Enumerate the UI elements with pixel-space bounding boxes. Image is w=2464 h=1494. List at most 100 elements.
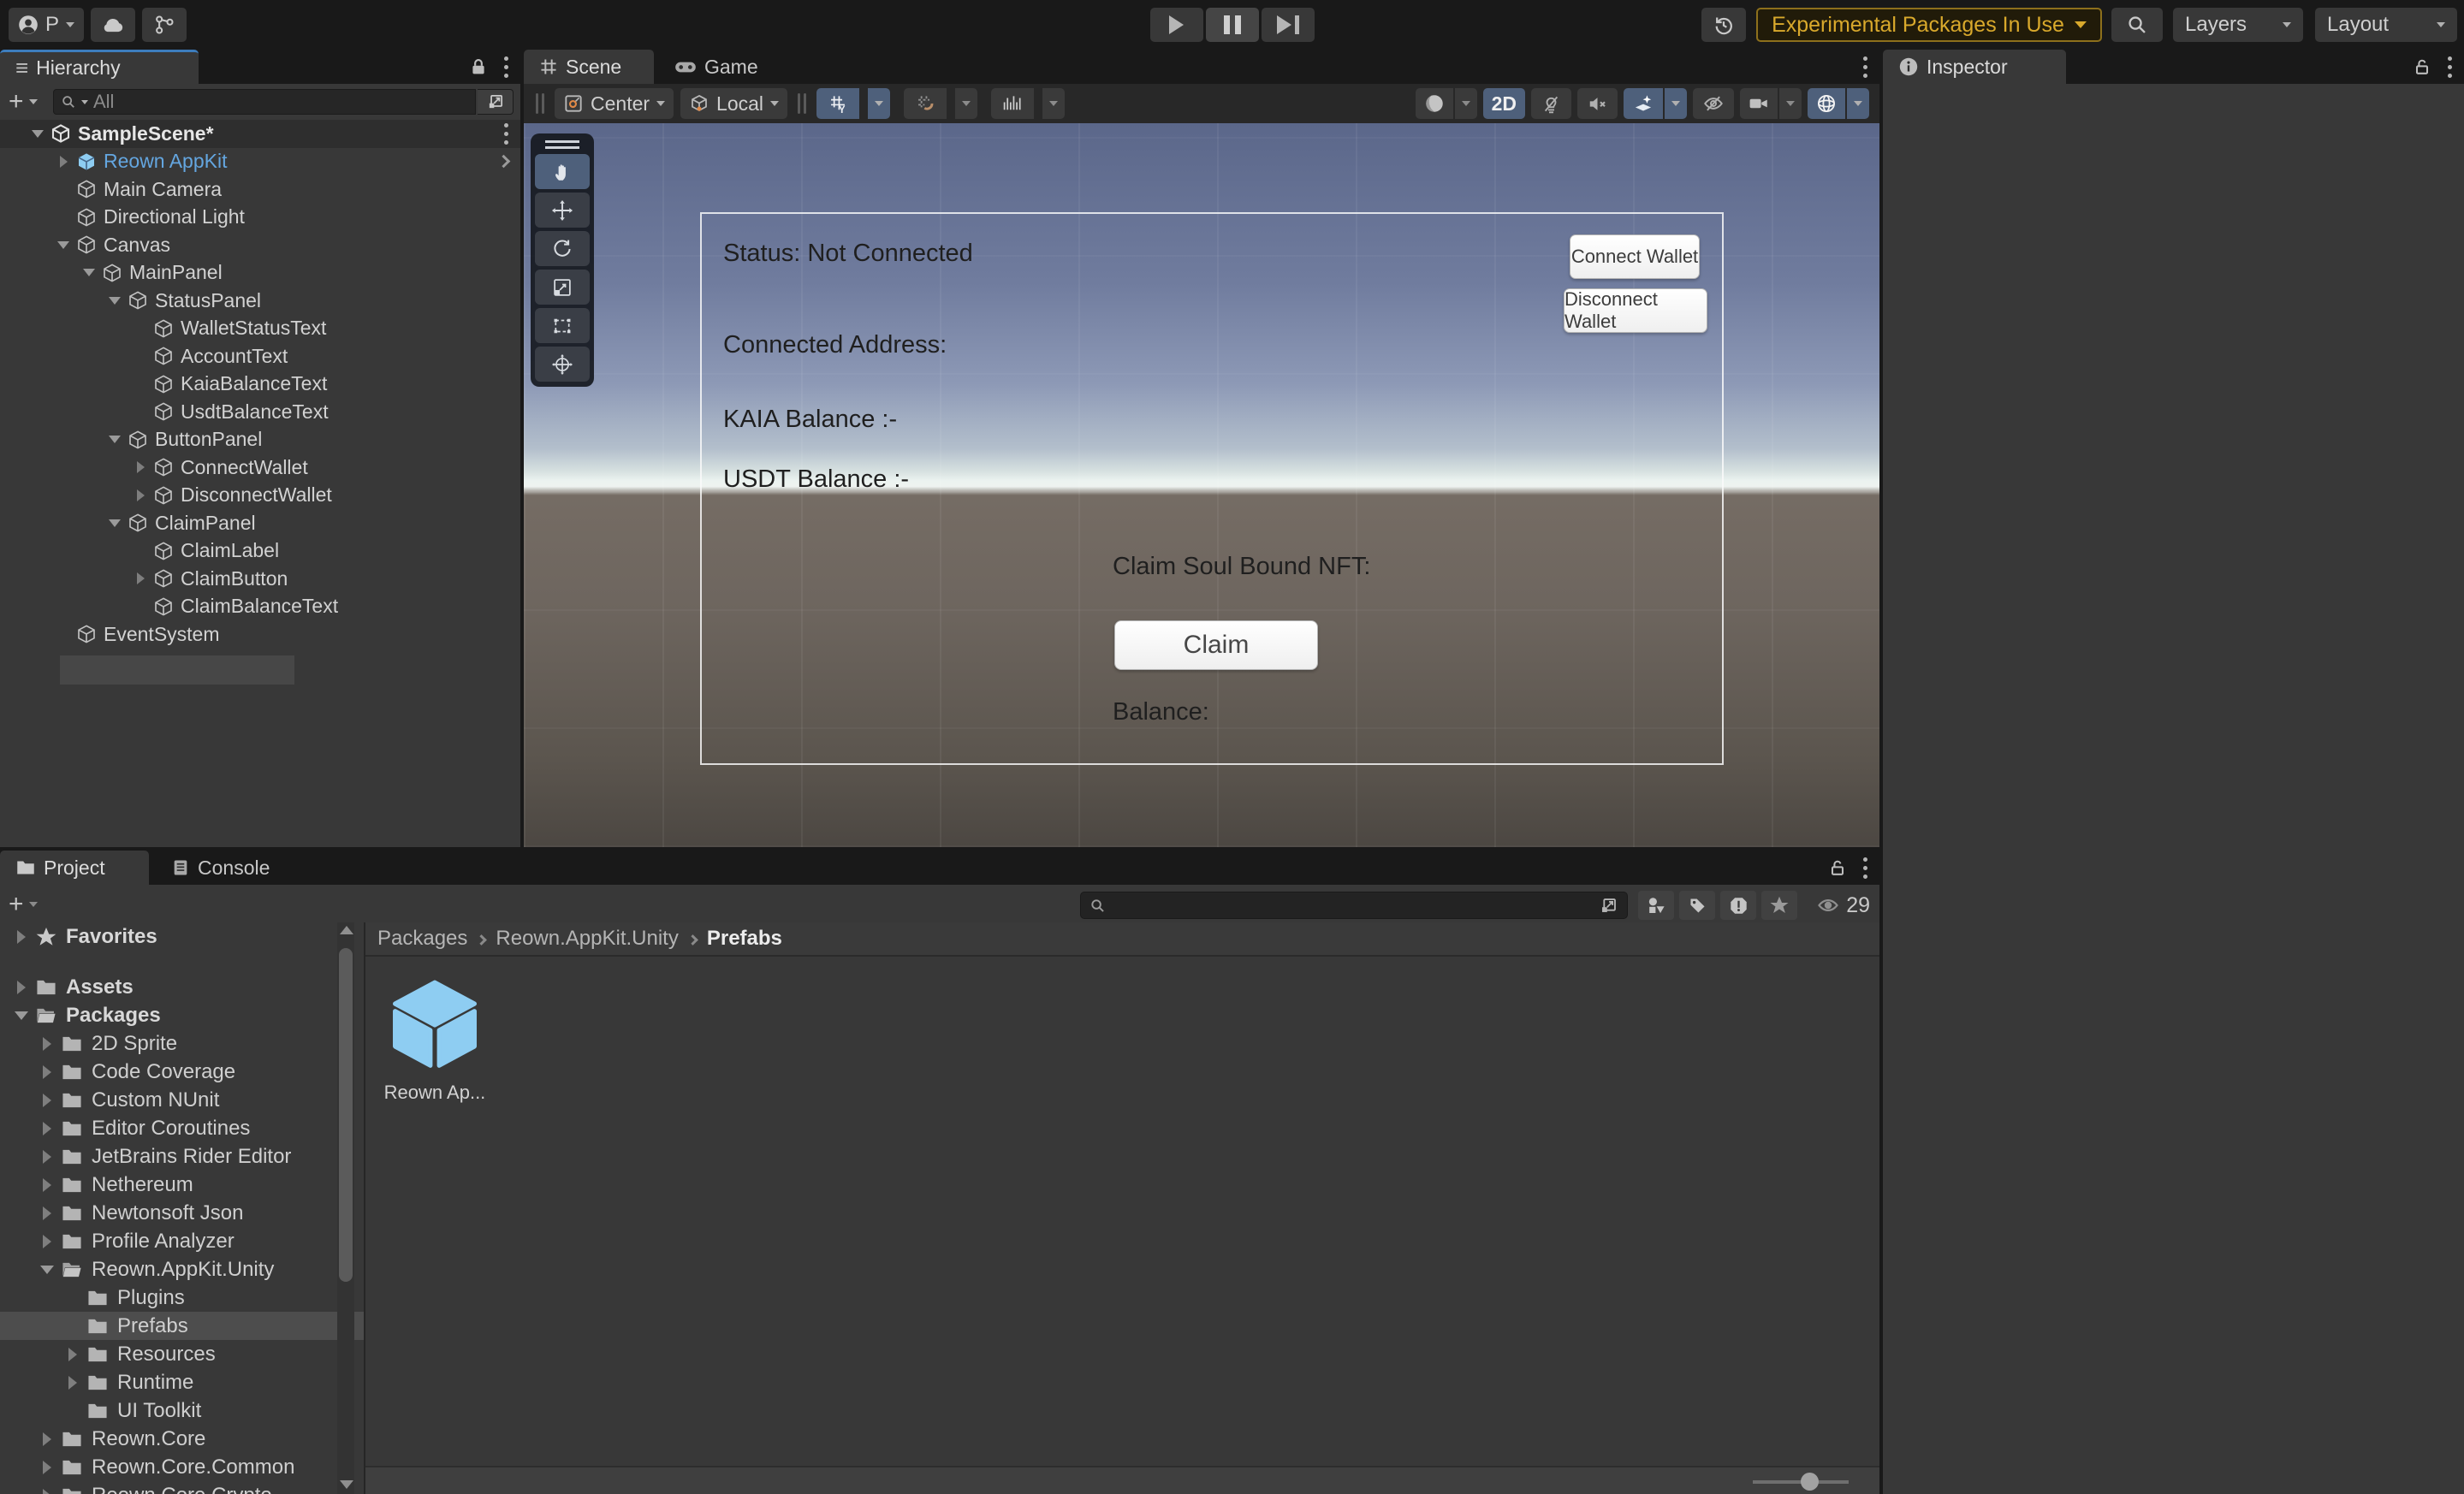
expand-arrow-icon[interactable] [60,1376,86,1390]
project-tree-item[interactable]: Prefabs [0,1312,364,1340]
claim-button[interactable]: Claim [1114,620,1318,670]
hierarchy-item[interactable]: StatusPanel [0,287,520,315]
hierarchy-item[interactable]: ButtonPanel [0,426,520,454]
expand-arrow-icon[interactable] [34,1150,60,1164]
create-asset-button[interactable]: + [9,892,24,917]
expand-arrow-icon[interactable] [34,1489,60,1494]
expand-arrow-icon[interactable] [128,489,152,501]
asset-grid[interactable]: Reown Ap... [365,958,1879,1466]
scroll-down-icon[interactable] [340,1480,353,1489]
tab-project[interactable]: Project [0,851,149,885]
expand-arrow-icon[interactable] [34,1037,60,1051]
expand-arrow-icon[interactable] [128,461,152,473]
tool-strip-handle[interactable] [545,140,579,149]
rename-field[interactable] [60,655,294,685]
chevron-down-icon[interactable] [29,99,38,104]
effects-caret[interactable] [1665,88,1687,119]
search-by-label-button[interactable] [1679,891,1715,920]
breadcrumb-prefabs[interactable]: Prefabs [707,927,782,951]
project-tree-item[interactable]: Favorites [0,922,364,951]
scroll-up-icon[interactable] [340,926,353,934]
collapse-arrow-icon[interactable] [103,519,127,527]
tab-scene[interactable]: Scene [524,50,654,84]
breadcrumb-reown-appkit-unity[interactable]: Reown.AppKit.Unity [496,927,678,951]
tab-inspector[interactable]: Inspector [1883,50,2066,84]
2d-toggle[interactable]: 2D [1483,88,1525,119]
hierarchy-item[interactable]: WalletStatusText [0,315,520,343]
unlock-icon[interactable] [2412,56,2432,77]
kebab-menu-icon[interactable] [2444,53,2455,81]
project-tree-item[interactable]: Code Coverage [0,1058,364,1086]
hierarchy-item[interactable]: Reown AppKit [0,148,520,176]
project-tree-item[interactable]: UI Toolkit [0,1396,364,1425]
breadcrumb-packages[interactable]: Packages [377,927,467,951]
project-tree-item[interactable]: Profile Analyzer [0,1227,364,1255]
expand-arrow-icon[interactable] [60,1348,86,1361]
snap-increment-caret[interactable] [1042,88,1065,119]
camera-settings-caret[interactable] [1779,88,1802,119]
expand-arrow-icon[interactable] [34,1432,60,1446]
collapse-arrow-icon[interactable] [26,130,50,138]
expand-arrow-icon[interactable] [34,1235,60,1248]
scene-gizmo-button[interactable] [1808,88,1845,119]
popout-window-icon[interactable] [1599,896,1618,916]
hierarchy-item[interactable]: ClaimButton [0,565,520,593]
project-search-input[interactable] [1080,892,1628,919]
pivot-mode-dropdown[interactable]: Center [555,88,674,119]
hierarchy-item[interactable]: MainPanel [0,259,520,288]
hierarchy-item[interactable]: ClaimBalanceText [0,593,520,621]
disconnect-wallet-button[interactable]: Disconnect Wallet [1564,288,1707,333]
project-tree-item[interactable]: 2D Sprite [0,1029,364,1058]
visible-assets-counter[interactable]: 29 [1816,891,1870,920]
snap-increment-button[interactable] [991,88,1034,119]
slider-knob[interactable] [1801,1473,1819,1491]
step-button[interactable] [1262,8,1315,42]
undo-history-button[interactable] [1701,8,1746,42]
expand-arrow-icon[interactable] [51,156,75,168]
expand-arrow-icon[interactable] [34,1178,60,1192]
grid-snapping-caret[interactable] [955,88,977,119]
hierarchy-item[interactable]: ClaimLabel [0,537,520,566]
hierarchy-search-input[interactable]: All [53,89,476,115]
project-tree-item[interactable]: Reown.Core [0,1425,364,1453]
kebab-menu-icon[interactable] [1860,53,1871,81]
project-tree-scrollbar[interactable] [337,922,354,1494]
collapse-arrow-icon[interactable] [34,1266,60,1274]
project-tree-item[interactable]: Custom NUnit [0,1086,364,1114]
expand-arrow-icon[interactable] [128,572,152,584]
hierarchy-item[interactable]: Main Camera [0,175,520,204]
kebab-menu-icon[interactable] [501,120,512,148]
scene-viewport[interactable]: Status: Not Connected Connect Wallet Dis… [524,123,1879,847]
project-tree-item[interactable]: Plugins [0,1284,364,1312]
grid-snapping-toggle[interactable] [904,88,947,119]
scene-lighting-toggle[interactable] [1531,88,1571,119]
scale-tool-button[interactable] [535,270,590,305]
search-filter-caret-icon[interactable] [81,100,88,104]
hierarchy-item[interactable]: Canvas [0,231,520,259]
kebab-menu-icon[interactable] [1860,854,1871,882]
scene-gizmo-caret[interactable] [1847,88,1869,119]
expand-arrow-icon[interactable] [34,1094,60,1107]
global-search-button[interactable] [2111,8,2163,42]
collapse-arrow-icon[interactable] [51,241,75,249]
hierarchy-item[interactable]: KaiaBalanceText [0,371,520,399]
shading-mode-button[interactable] [1416,88,1453,119]
hierarchy-item[interactable]: Directional Light [0,204,520,232]
transform-tool-button[interactable] [535,347,590,382]
project-tree-item[interactable]: Reown.AppKit.Unity [0,1255,364,1284]
pause-button[interactable] [1206,8,1259,42]
lock-icon[interactable] [468,56,489,77]
connect-wallet-button[interactable]: Connect Wallet [1570,234,1700,279]
expand-arrow-icon[interactable] [34,1461,60,1474]
version-control-button[interactable] [142,8,187,42]
favorites-filter-button[interactable] [1761,891,1797,920]
hierarchy-item[interactable]: AccountText [0,342,520,371]
collapse-arrow-icon[interactable] [103,436,127,443]
expand-arrow-icon[interactable] [34,1065,60,1079]
toolbar-handle[interactable] [536,93,544,114]
project-tree-item[interactable]: Reown.Core.Common [0,1453,364,1481]
project-tree-item[interactable]: Assets [0,973,364,1001]
collapse-arrow-icon[interactable] [9,1011,34,1020]
rotate-tool-button[interactable] [535,231,590,266]
project-tree-item[interactable]: JetBrains Rider Editor [0,1142,364,1171]
